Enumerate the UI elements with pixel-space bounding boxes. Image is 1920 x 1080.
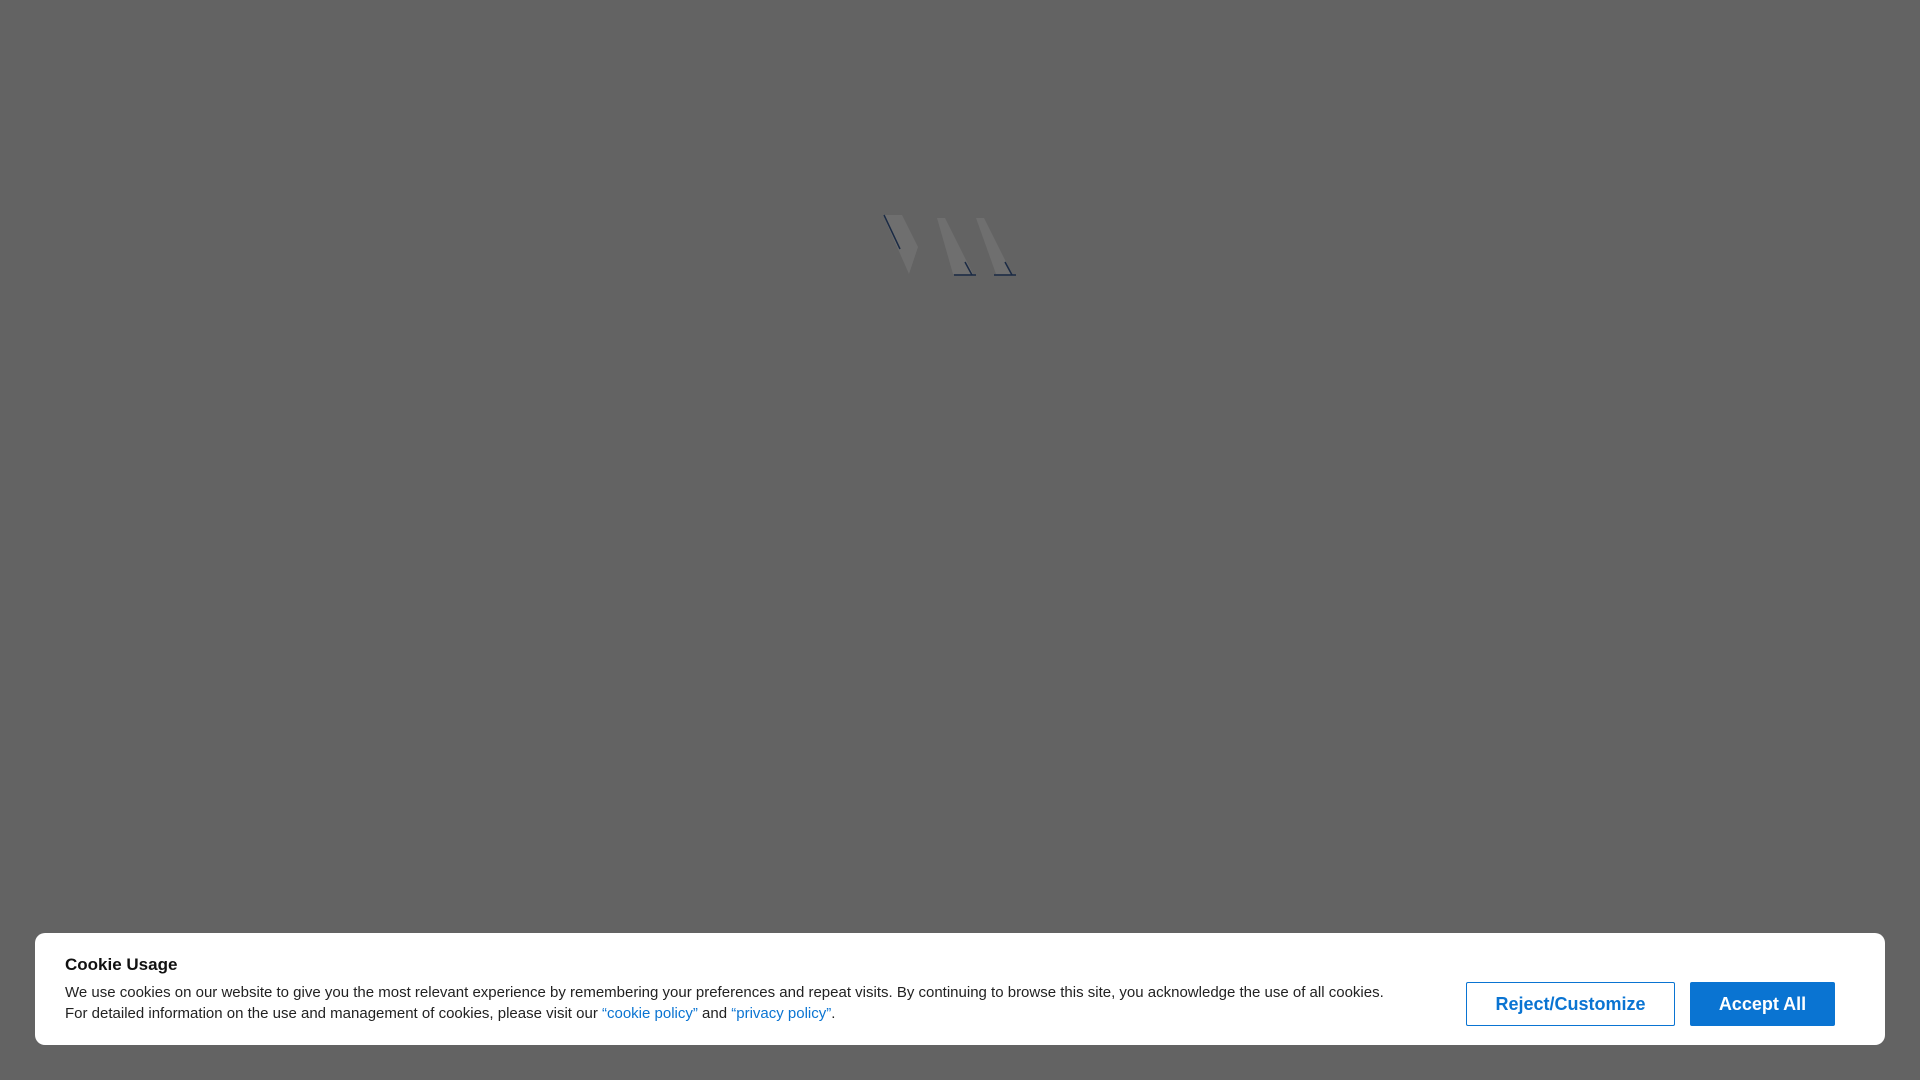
cookie-banner-text: We use cookies on our website to give yo…	[65, 982, 1405, 1024]
reject-customize-button[interactable]: Reject/Customize	[1466, 982, 1675, 1026]
cookie-banner-title: Cookie Usage	[65, 955, 178, 974]
cookie-text-and: and	[697, 1005, 732, 1022]
privacy-policy-link[interactable]: “privacy policy”	[731, 1005, 831, 1022]
cookie-banner: Cookie Usage We use cookies on our websi…	[35, 933, 1885, 1045]
cookie-text-end: .	[831, 1005, 836, 1022]
cookie-policy-link[interactable]: “cookie policy”	[602, 1005, 698, 1022]
accept-all-button[interactable]: Accept All	[1690, 982, 1835, 1026]
loading-logo-icon	[883, 214, 1016, 276]
